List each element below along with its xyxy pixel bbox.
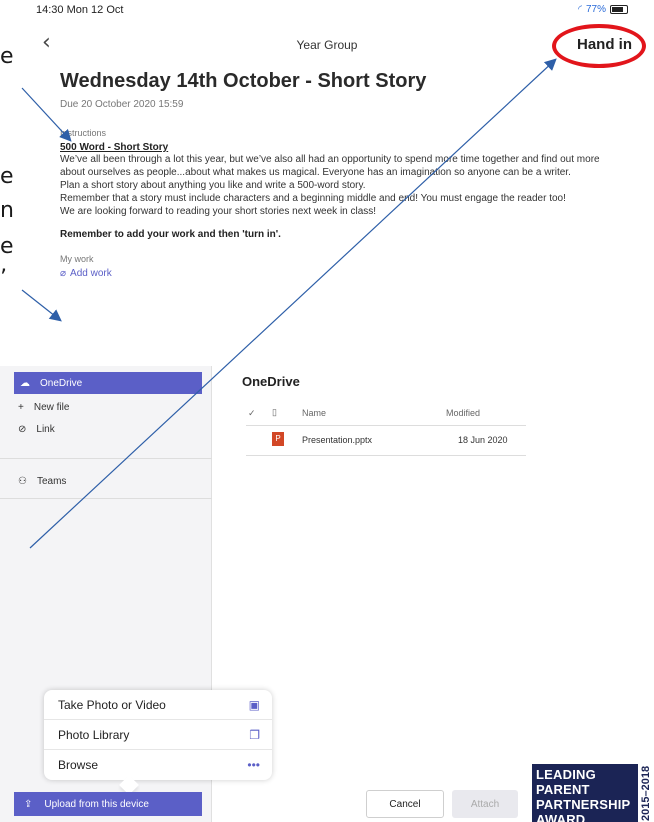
sidebar-item-label: New file <box>33 401 70 413</box>
link-icon: ⊘ <box>18 423 27 435</box>
photo-library-option[interactable]: Photo Library ❐ <box>44 720 272 750</box>
leading-parent-partnership-award-logo: LEADING PARENT PARTNERSHIP AWARD 2015–20… <box>532 764 654 822</box>
add-work-button[interactable]: ⌀ Add work <box>60 268 620 279</box>
file-modified: 18 Jun 2020 <box>458 435 508 445</box>
file-row[interactable]: P Presentation.pptx 18 Jun 2020 <box>246 426 526 456</box>
paperclip-icon: ⌀ <box>60 268 67 279</box>
attach-button[interactable]: Attach <box>452 790 518 818</box>
instructions-paragraph-2: Plan a short story about anything you li… <box>60 180 366 191</box>
cancel-button[interactable]: Cancel <box>366 790 444 818</box>
remember-note: Remember to add your work and then 'turn… <box>60 229 281 240</box>
instructions-paragraph-3: Remember that a story must include chara… <box>60 193 566 204</box>
powerpoint-file-icon: P <box>272 432 284 446</box>
option-label: Take Photo or Video <box>58 697 166 712</box>
sidebar-item-link[interactable]: ⊘ Link <box>18 418 55 440</box>
wifi-icon: ◜ <box>578 4 582 15</box>
teams-icon: ⚇ <box>18 475 27 487</box>
status-time: 14:30 Mon 12 Oct <box>36 4 124 16</box>
sidebar-item-new-file[interactable]: + New file <box>18 396 69 418</box>
highlight-ring <box>552 24 646 68</box>
upload-action-sheet: Take Photo or Video ▣ Photo Library ❐ Br… <box>44 690 272 780</box>
browse-option[interactable]: Browse ••• <box>44 750 272 780</box>
cloud-icon: ☁ <box>20 377 30 389</box>
instructions-paragraph-4: We are looking forward to reading your s… <box>60 206 377 217</box>
file-type-icon: ▯ <box>272 407 277 417</box>
column-name[interactable]: Name <box>302 408 326 418</box>
badge-text-3: PARTNERSHIP <box>536 797 631 812</box>
battery-icon <box>610 5 628 14</box>
upload-from-device-button[interactable]: ⇪ Upload from this device <box>14 792 202 816</box>
take-photo-option[interactable]: Take Photo or Video ▣ <box>44 690 272 720</box>
add-work-label: Add work <box>70 268 112 279</box>
my-work-label: My work <box>60 254 94 264</box>
content-title: OneDrive <box>242 374 300 389</box>
instructions-title-link[interactable]: 500 Word - Short Story <box>60 142 620 153</box>
checkmark-icon[interactable]: ✓ <box>248 408 256 419</box>
upload-icon: ⇪ <box>24 798 33 810</box>
assignment-title: Wednesday 14th October - Short Story <box>60 70 427 92</box>
photo-library-icon: ❐ <box>249 728 260 742</box>
option-label: Browse <box>58 758 99 772</box>
battery-percent: 77% <box>585 4 606 15</box>
option-label: Photo Library <box>58 727 130 742</box>
sidebar-item-label: Teams <box>36 475 67 487</box>
divider <box>0 458 212 459</box>
divider <box>0 498 212 499</box>
camera-icon: ▣ <box>248 698 260 712</box>
sidebar-item-label: Link <box>36 423 55 435</box>
badge-years: 2015–2018 <box>638 764 654 822</box>
instructions-paragraph-1: We’ve all been through a lot this year, … <box>60 154 600 178</box>
badge-text-2: PARENT <box>536 782 590 797</box>
sidebar-item-onedrive[interactable]: ☁ OneDrive <box>14 372 202 394</box>
teams-assignment-screenshot: 14:30 Mon 12 Oct ◜ 77% ‹ Year Group Hand… <box>0 0 654 822</box>
more-icon: ••• <box>247 758 260 772</box>
assignment-details: Wednesday 14th October - Short Story Due… <box>60 70 620 279</box>
file-name: Presentation.pptx <box>302 435 373 445</box>
badge-text-4: AWARD <box>536 812 586 822</box>
plus-icon: + <box>18 401 24 413</box>
sidebar-item-label: OneDrive <box>40 377 83 389</box>
file-picker: ☁ OneDrive + New file ⊘ Link ⚇ Teams One… <box>0 366 654 822</box>
instructions-label: Instructions <box>60 128 107 138</box>
column-modified[interactable]: Modified <box>446 408 480 418</box>
due-date: Due 20 October 2020 15:59 <box>60 99 184 110</box>
sidebar-item-teams[interactable]: ⚇ Teams <box>18 470 66 492</box>
status-indicators: ◜ 77% <box>578 4 628 15</box>
file-list-header: ✓ ▯ Name Modified <box>246 402 526 426</box>
badge-text-1: LEADING <box>536 767 596 782</box>
upload-label: Upload from this device <box>44 798 149 810</box>
